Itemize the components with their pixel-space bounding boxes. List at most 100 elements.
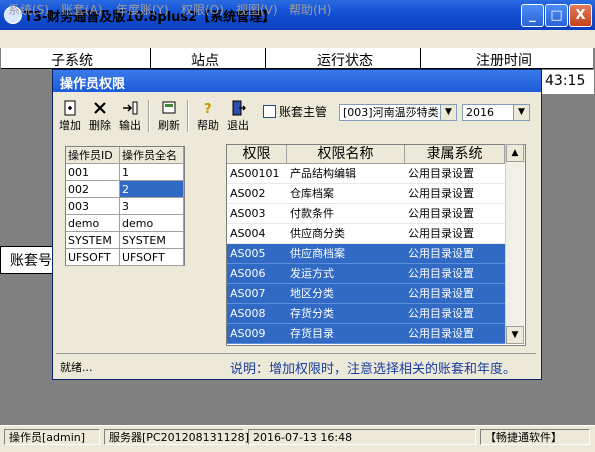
minimize-button[interactable]: _ [521,4,544,27]
menu-permission[interactable]: 权限(O) [181,1,224,18]
add-button[interactable]: 增加 [56,98,84,134]
status-server: 服务器[PC201208131128] [104,429,249,445]
add-doc-icon [64,100,76,116]
background-time-text: 43:15 [545,73,586,89]
permission-row[interactable]: AS007 地区分类 公用目录设置 [227,284,525,304]
export-button-label: 输出 [119,119,141,132]
permission-code-cell: AS008 [227,304,287,324]
operator-name-cell: 1 [120,164,184,181]
operator-id-cell: demo [66,215,120,232]
permission-code-cell: AS007 [227,284,287,304]
dialog-titlebar[interactable] [53,70,541,92]
permission-code-cell: AS00101 [227,164,287,184]
permission-table: 权限 权限名称 隶属系统 AS00101 产品结构编辑 公用目录设置 AS002 仓库档… [226,144,526,346]
divider [420,48,421,68]
svg-text:?: ? [204,102,212,116]
exit-button-label: 退出 [227,119,249,132]
maximize-button[interactable]: □ [545,4,568,27]
operator-row[interactable]: UFSOFT UFSOFT [66,249,184,266]
delete-button[interactable]: 删除 [86,98,114,134]
permission-row[interactable]: AS008 存货分类 公用目录设置 [227,304,525,324]
header-permission-name[interactable]: 权限名称 [287,145,405,164]
refresh-button-label: 刷新 [158,119,180,132]
account-master-label: 账套主管 [279,105,328,119]
operator-row[interactable]: 003 3 [66,198,184,215]
permission-table-header: 权限 权限名称 隶属系统 [227,145,525,164]
permission-name-cell: 存货分类 [287,304,405,324]
dialog-status-text: 就绪... [60,361,93,374]
permission-name-cell: 产品结构编辑 [287,164,405,184]
permission-system-cell: 公用目录设置 [405,304,505,324]
chevron-down-icon[interactable]: ▼ [440,105,456,120]
permission-system-cell: 公用目录设置 [405,284,505,304]
permission-row[interactable]: AS00101 产品结构编辑 公用目录设置 [227,164,525,184]
help-icon: ? [204,102,212,116]
operator-id-cell: 001 [66,164,120,181]
refresh-button[interactable]: 刷新 [155,98,183,134]
permission-code-cell: AS009 [227,324,287,344]
delete-x-icon [94,102,106,114]
permission-scrollbar[interactable]: ▲ ▼ [505,144,524,344]
permission-rows: AS00101 产品结构编辑 公用目录设置 AS002 仓库档案 公用目录设置 AS003 付… [227,164,525,344]
permission-name-cell: 供应商档案 [287,244,405,264]
exit-button[interactable]: 退出 [224,98,252,134]
menu-year-account[interactable]: 年度账(Y) [116,1,169,18]
permission-system-cell: 公用目录设置 [405,184,505,204]
scroll-up-icon[interactable]: ▲ [506,144,524,162]
header-operator-id[interactable]: 操作员ID [66,147,120,164]
header-permission-code[interactable]: 权限 [227,145,287,164]
account-select[interactable]: [003]河南温莎特类 ▼ [339,104,457,121]
permission-row[interactable]: AS004 供应商分类 公用目录设置 [227,224,525,244]
operator-table-header: 操作员ID 操作员全名 [66,147,184,164]
permission-system-cell: 公用目录设置 [405,264,505,284]
permission-code-cell: AS004 [227,224,287,244]
operator-row[interactable]: 001 1 [66,164,184,181]
permission-system-cell: 公用目录设置 [405,224,505,244]
menu-view[interactable]: 视图(V) [236,1,278,18]
toolbar-separator [187,100,189,132]
col-site: 站点 [191,53,219,69]
dialog-title: 操作员权限 [60,77,126,92]
header-permission-system[interactable]: 隶属系统 [405,145,505,164]
status-operator: 操作员[admin] [4,429,100,445]
permission-code-cell: AS006 [227,264,287,284]
year-select-value: 2016 [466,106,494,119]
operator-id-cell: 003 [66,198,120,215]
permission-row[interactable]: AS003 付款条件 公用目录设置 [227,204,525,224]
header-operator-name[interactable]: 操作员全名 [120,147,184,164]
help-button[interactable]: ? 帮助 [194,98,222,134]
permission-name-cell: 付款条件 [287,204,405,224]
exit-door-icon [232,100,246,116]
operator-row[interactable]: SYSTEM SYSTEM [66,232,184,249]
menu-system[interactable]: 系统(S) [8,1,49,18]
permission-row[interactable]: AS006 发运方式 公用目录设置 [227,264,525,284]
permission-system-cell: 公用目录设置 [405,244,505,264]
permission-row[interactable]: AS002 仓库档案 公用目录设置 [227,184,525,204]
permission-name-cell: 地区分类 [287,284,405,304]
chevron-down-icon[interactable]: ▼ [513,105,529,120]
operator-row[interactable]: 002 2 [66,181,184,198]
year-select[interactable]: 2016 ▼ [462,104,530,121]
export-button[interactable]: 输出 [116,98,144,134]
background-account-label: 账套号 [10,253,52,269]
permission-row[interactable]: AS005 供应商档案 公用目录设置 [227,244,525,264]
col-run-status: 运行状态 [317,53,373,69]
operator-name-cell: demo [120,215,184,232]
status-brand: 【畅捷通软件】 [480,429,590,445]
scroll-down-icon[interactable]: ▼ [506,326,524,344]
permission-system-cell: 公用目录设置 [405,204,505,224]
close-button[interactable]: X [569,4,592,27]
permission-system-cell: 公用目录设置 [405,164,505,184]
operator-name-cell: 2 [120,181,184,198]
permission-code-cell: AS005 [227,244,287,264]
menu-help[interactable]: 帮助(H) [289,1,331,18]
menu-account[interactable]: 账套(A) [61,1,103,18]
operator-id-cell: UFSOFT [66,249,120,266]
permission-code-cell: AS002 [227,184,287,204]
menu-bar [0,30,595,48]
account-master-checkbox[interactable] [263,105,276,118]
permission-name-cell: 存货目录 [287,324,405,344]
operator-row[interactable]: demo demo [66,215,184,232]
permission-row[interactable]: AS009 存货目录 公用目录设置 [227,324,525,344]
permission-name-cell: 供应商分类 [287,224,405,244]
